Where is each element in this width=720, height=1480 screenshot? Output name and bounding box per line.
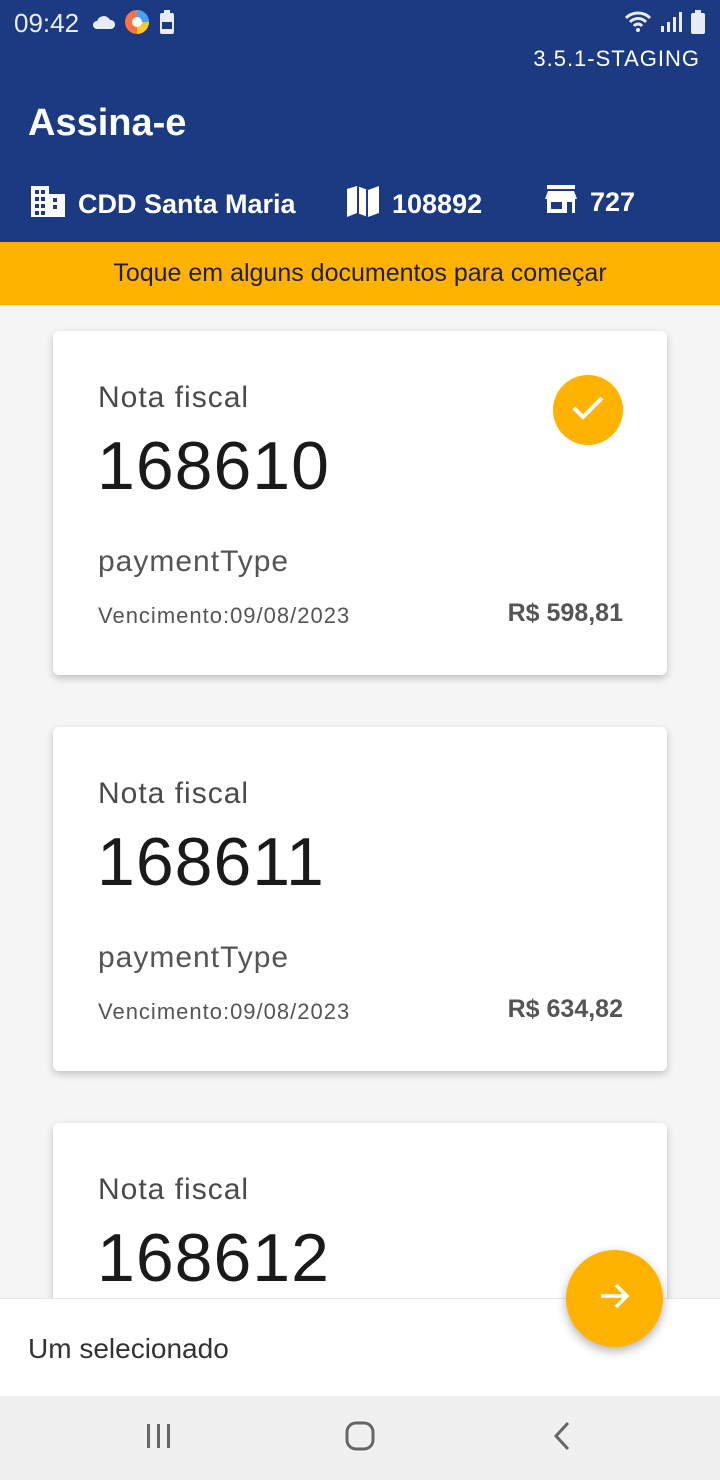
signal-icon bbox=[660, 10, 682, 39]
store-info: 727 bbox=[544, 184, 635, 221]
arrow-right-icon bbox=[599, 1282, 631, 1315]
document-card[interactable]: Nota fiscal 168611 paymentType Venciment… bbox=[53, 727, 667, 1071]
selection-count-text: Um selecionado bbox=[28, 1333, 229, 1364]
document-type: Nota fiscal bbox=[98, 777, 250, 810]
status-time: 09:42 bbox=[14, 8, 80, 38]
document-card[interactable]: Nota fiscal 168610 paymentType Venciment… bbox=[53, 331, 667, 675]
back-button[interactable] bbox=[540, 1416, 584, 1460]
app-version: 3.5.1-STAGING bbox=[533, 46, 700, 71]
document-amount: R$ 598,81 bbox=[507, 599, 623, 627]
document-type: Nota fiscal bbox=[98, 381, 250, 414]
due-date: Vencimento:09/08/2023 bbox=[98, 999, 351, 1024]
instruction-banner: Toque em alguns documentos para começar bbox=[0, 242, 720, 305]
app-header: 3.5.1-STAGING Assina-e CDD Santa Maria 1… bbox=[0, 44, 720, 242]
status-bar: 09:42 bbox=[0, 0, 720, 44]
battery-icon bbox=[690, 9, 706, 40]
battery-saver-icon bbox=[158, 9, 176, 40]
browser-app-icon bbox=[124, 9, 150, 40]
building-icon bbox=[30, 184, 66, 225]
app-title: Assina-e bbox=[28, 102, 187, 144]
payment-type: paymentType bbox=[98, 941, 290, 974]
document-amount: R$ 634,82 bbox=[507, 995, 623, 1023]
store-label: 727 bbox=[590, 187, 636, 217]
document-number: 168610 bbox=[97, 428, 330, 504]
context-info-row: CDD Santa Maria 108892 727 bbox=[0, 184, 720, 224]
document-number: 168611 bbox=[97, 824, 325, 900]
selected-badge bbox=[553, 375, 623, 445]
check-icon bbox=[571, 395, 605, 426]
cloud-icon bbox=[90, 13, 116, 36]
branch-label: CDD Santa Maria bbox=[78, 189, 296, 219]
payment-type: paymentType bbox=[98, 545, 290, 578]
document-list[interactable]: Nota fiscal 168610 paymentType Venciment… bbox=[0, 305, 720, 1298]
wifi-icon bbox=[624, 10, 652, 39]
route-info: 108892 bbox=[346, 184, 482, 225]
store-icon bbox=[544, 184, 578, 221]
recent-apps-icon bbox=[144, 1422, 174, 1455]
home-button[interactable] bbox=[338, 1416, 382, 1460]
document-number: 168612 bbox=[97, 1220, 330, 1296]
banner-text: Toque em alguns documentos para começar bbox=[113, 259, 607, 287]
home-icon bbox=[344, 1420, 376, 1457]
recent-apps-button[interactable] bbox=[137, 1416, 181, 1460]
back-icon bbox=[552, 1421, 572, 1456]
branch-info: CDD Santa Maria bbox=[30, 184, 296, 225]
map-icon bbox=[346, 184, 380, 225]
route-label: 108892 bbox=[392, 189, 483, 219]
document-type: Nota fiscal bbox=[98, 1173, 250, 1206]
system-nav-bar bbox=[0, 1396, 720, 1480]
due-date: Vencimento:09/08/2023 bbox=[98, 603, 351, 628]
next-button[interactable] bbox=[566, 1250, 663, 1347]
